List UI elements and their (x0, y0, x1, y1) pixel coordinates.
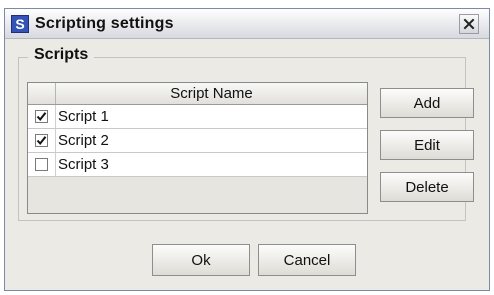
scripts-group-legend: Scripts (28, 46, 95, 64)
add-button[interactable]: Add (380, 88, 474, 118)
enable-checkbox[interactable] (35, 134, 48, 147)
script-name-cell: Script 1 (58, 108, 109, 125)
script-name-cell: Script 2 (58, 132, 109, 149)
enable-checkbox[interactable] (35, 110, 48, 123)
close-button[interactable] (459, 13, 479, 34)
window-title: Scripting settings (35, 14, 174, 32)
close-icon (463, 18, 475, 29)
script-name-column-header[interactable]: Script Name (56, 83, 367, 104)
table-row[interactable]: Script 2 (28, 129, 367, 153)
table-row[interactable]: Script 1 (28, 105, 367, 129)
delete-button[interactable]: Delete (380, 172, 474, 202)
title-bar[interactable]: S Scripting settings (5, 9, 489, 39)
enable-checkbox[interactable] (35, 158, 48, 171)
checkmark-icon (36, 112, 47, 122)
cancel-button[interactable]: Cancel (258, 244, 356, 276)
checkbox-column-header[interactable] (28, 83, 56, 104)
edit-button[interactable]: Edit (380, 130, 474, 160)
table-header: Script Name (28, 83, 367, 105)
table-row[interactable]: Script 3 (28, 153, 367, 177)
scripts-table: Script Name Script 1 Script 2 Script 3 (27, 82, 368, 214)
row-check-cell (28, 129, 56, 152)
row-check-cell (28, 105, 56, 128)
checkmark-icon (36, 136, 47, 146)
app-s-icon: S (11, 14, 29, 33)
ok-button[interactable]: Ok (152, 244, 250, 276)
script-name-cell: Script 3 (58, 156, 109, 173)
row-check-cell (28, 153, 56, 176)
